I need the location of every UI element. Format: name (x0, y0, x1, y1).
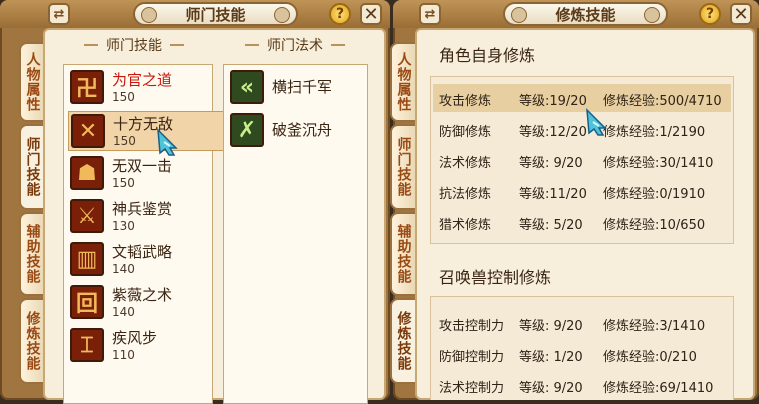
cultivation-level: 等级:19/20 (519, 94, 587, 109)
spell-item[interactable]: « 横扫千军 (228, 68, 363, 108)
cultivation-window: ⇄ 修炼技能 ? ✕ 人物属性 师门技能 辅助技能 修炼技能 角色自身修炼 攻击… (390, 0, 759, 400)
school-spells-list: « 横扫千军 ✗ 破釜沉舟 (223, 64, 368, 404)
skill-item[interactable]: ⚔ 神兵鉴赏 130 (68, 197, 208, 237)
self-cultivation-table: 攻击修炼 等级:19/20 修炼经验:500/4710 防御修炼 等级:12/2… (430, 76, 734, 244)
tab-school-skills[interactable]: 师门技能 (390, 124, 415, 210)
cultivation-exp: 修炼经验:500/4710 (603, 94, 722, 109)
cultivation-level: 等级:12/20 (519, 125, 587, 140)
skill-item[interactable]: ▥ 文韬武略 140 (68, 240, 208, 280)
cursor-icon (586, 108, 607, 136)
cultivation-row[interactable]: 防御控制力 等级: 1/20 修炼经验:0/210 (433, 340, 731, 368)
skill-item[interactable]: ⌶ 疾风步 110 (68, 326, 208, 366)
spell-icon: ✗ (230, 113, 264, 147)
tab-auxiliary-skills[interactable]: 辅助技能 (390, 212, 415, 296)
switch-icon[interactable]: ⇄ (48, 3, 70, 25)
cultivation-level: 等级: 9/20 (519, 381, 583, 396)
cultivation-name: 法术控制力 (439, 381, 505, 396)
skill-name: 疾风步 (112, 329, 158, 347)
skill-icon: ✕ (71, 114, 105, 148)
cultivation-row[interactable]: 法术修炼 等级: 9/20 修炼经验:30/1410 (433, 146, 731, 174)
tab-cultivation-skills[interactable]: 修炼技能 (390, 298, 415, 384)
window-title: 修炼技能 (503, 2, 668, 26)
cultivation-name: 抗法修炼 (439, 187, 492, 202)
cultivation-exp: 修炼经验:0/210 (603, 350, 697, 365)
cultivation-level: 等级: 9/20 (519, 319, 583, 334)
spell-icon: « (230, 70, 264, 104)
tab-character-attributes[interactable]: 人物属性 (390, 42, 415, 122)
skill-name: 文韬武略 (112, 243, 173, 261)
skill-level: 110 (112, 348, 135, 362)
spell-name: 横扫千军 (272, 78, 333, 96)
tab-auxiliary-skills[interactable]: 辅助技能 (19, 212, 44, 296)
skills-panel: 师门技能 师门法术 卍 为官之道 150 ✕ 十方无敌 150 ☗ 无双一击 1… (43, 28, 386, 404)
cursor-icon (157, 128, 178, 156)
cultivation-row[interactable]: 抗法修炼 等级:11/20 修炼经验:0/1910 (433, 177, 731, 205)
school-skills-list: 卍 为官之道 150 ✕ 十方无敌 150 ☗ 无双一击 150 ⚔ 神兵鉴赏 … (63, 64, 256, 404)
cultivation-name: 猎术修炼 (439, 218, 492, 233)
cultivation-row[interactable]: 攻击修炼 等级:19/20 修炼经验:500/4710 (433, 84, 731, 112)
tab-character-attributes[interactable]: 人物属性 (19, 42, 44, 122)
skills-window: ⇄ 师门技能 ? ✕ 人物属性 师门技能 辅助技能 修炼技能 师门技能 师门法术… (0, 0, 390, 404)
cultivation-row[interactable]: 猎术修炼 等级: 5/20 修炼经验:10/650 (433, 208, 731, 236)
skill-icon: ▥ (70, 242, 104, 276)
cultivation-row[interactable]: 攻击控制力 等级: 9/20 修炼经验:3/1410 (433, 309, 731, 337)
cultivation-name: 法术修炼 (439, 156, 492, 171)
cultivation-level: 等级:11/20 (519, 187, 587, 202)
skill-name: 神兵鉴赏 (112, 200, 173, 218)
cultivation-name: 防御修炼 (439, 125, 492, 140)
title-bar: ⇄ 师门技能 ? ✕ (0, 0, 390, 28)
tab-school-skills[interactable]: 师门技能 (19, 124, 44, 210)
skill-name: 为官之道 (112, 71, 173, 89)
cultivation-name: 防御控制力 (439, 350, 505, 365)
title-bar: ⇄ 修炼技能 ? ✕ (393, 0, 759, 28)
skill-level: 150 (113, 134, 136, 148)
pet-cultivation-table: 攻击控制力 等级: 9/20 修炼经验:3/1410 防御控制力 等级: 1/2… (430, 296, 734, 400)
skill-level: 130 (112, 219, 135, 233)
cultivation-exp: 修炼经验:30/1410 (603, 156, 714, 171)
close-icon[interactable]: ✕ (360, 3, 382, 25)
help-icon[interactable]: ? (329, 3, 351, 25)
skill-icon: ⚔ (70, 199, 104, 233)
skill-icon: 回 (70, 285, 104, 319)
cultivation-level: 等级: 9/20 (519, 156, 583, 171)
cultivation-level: 等级: 5/20 (519, 218, 583, 233)
skill-name: 无双一击 (112, 157, 173, 175)
cultivation-level: 等级: 1/20 (519, 350, 583, 365)
close-icon[interactable]: ✕ (730, 3, 752, 25)
skill-level: 140 (112, 262, 135, 276)
cultivation-exp: 修炼经验:1/2190 (603, 125, 706, 140)
skill-level: 150 (112, 176, 135, 190)
cultivation-row[interactable]: 法术控制力 等级: 9/20 修炼经验:69/1410 (433, 371, 731, 399)
school-spells-header: 师门法术 (220, 32, 370, 58)
skill-level: 150 (112, 90, 135, 104)
cultivation-row[interactable]: 防御修炼 等级:12/20 修炼经验:1/2190 (433, 115, 731, 143)
cultivation-exp: 修炼经验:3/1410 (603, 319, 706, 334)
skill-icon: 卍 (70, 70, 104, 104)
switch-icon[interactable]: ⇄ (419, 3, 441, 25)
skill-level: 140 (112, 305, 135, 319)
pet-cultivation-title: 召唤兽控制修炼 (439, 268, 552, 287)
tab-cultivation-skills[interactable]: 修炼技能 (19, 298, 44, 384)
cultivation-name: 攻击修炼 (439, 94, 492, 109)
cultivation-exp: 修炼经验:10/650 (603, 218, 706, 233)
skill-name: 紫薇之术 (112, 286, 173, 304)
school-skills-header: 师门技能 (59, 32, 209, 58)
skill-item[interactable]: ☗ 无双一击 150 (68, 154, 208, 194)
skill-item[interactable]: 回 紫薇之术 140 (68, 283, 208, 323)
window-title: 师门技能 (133, 2, 298, 26)
skill-icon: ⌶ (70, 328, 104, 362)
self-cultivation-title: 角色自身修炼 (439, 46, 536, 65)
skill-item[interactable]: 卍 为官之道 150 (68, 68, 208, 108)
cultivation-name: 攻击控制力 (439, 319, 505, 334)
help-icon[interactable]: ? (699, 3, 721, 25)
spell-item[interactable]: ✗ 破釜沉舟 (228, 111, 363, 151)
spell-name: 破釜沉舟 (272, 121, 333, 139)
skill-icon: ☗ (70, 156, 104, 190)
cultivation-exp: 修炼经验:0/1910 (603, 187, 706, 202)
cultivation-exp: 修炼经验:69/1410 (603, 381, 714, 396)
